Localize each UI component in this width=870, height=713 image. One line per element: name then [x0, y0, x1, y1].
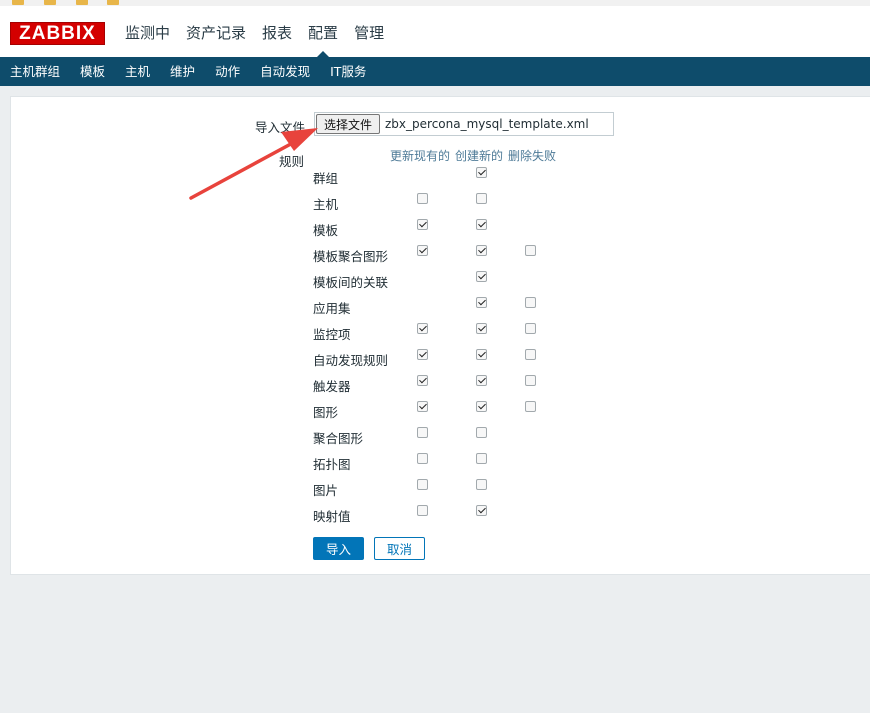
rule-create-checkbox[interactable] [476, 375, 487, 386]
rule-row: 监控项 [313, 319, 613, 345]
rule-update-checkbox[interactable] [417, 427, 428, 438]
rule-create-checkbox[interactable] [476, 167, 487, 178]
rule-delete-checkbox[interactable] [525, 401, 536, 412]
rule-update-checkbox[interactable] [417, 401, 428, 412]
rule-create-checkbox[interactable] [476, 349, 487, 360]
rule-delete-checkbox[interactable] [525, 245, 536, 256]
rule-update-checkbox[interactable] [417, 453, 428, 464]
rule-row: 主机 [313, 189, 613, 215]
rule-create-checkbox[interactable] [476, 219, 487, 230]
file-input[interactable]: 选择文件 zbx_percona_mysql_template.xml [314, 112, 614, 136]
rule-row: 映射值 [313, 501, 613, 527]
rule-row: 图形 [313, 397, 613, 423]
rule-create-checkbox[interactable] [476, 297, 487, 308]
rule-create-checkbox[interactable] [476, 323, 487, 334]
rule-create-checkbox[interactable] [476, 401, 487, 412]
rule-name: 应用集 [313, 301, 351, 316]
menu-monitoring[interactable]: 监测中 [117, 6, 178, 57]
menu-administration[interactable]: 管理 [346, 6, 392, 57]
main-menu: 监测中 资产记录 报表 配置 管理 [117, 6, 392, 57]
column-update-existing: 更新现有的 [390, 149, 451, 163]
rule-name: 模板间的关联 [313, 275, 389, 290]
rule-create-checkbox[interactable] [476, 453, 487, 464]
subnav-actions[interactable]: 动作 [205, 57, 250, 86]
top-header: ZABBIX 监测中 资产记录 报表 配置 管理 [0, 6, 870, 57]
rule-row: 图片 [313, 475, 613, 501]
import-panel: 导入文件 选择文件 zbx_percona_mysql_template.xml… [10, 96, 870, 575]
rule-name: 触发器 [313, 379, 351, 394]
rule-delete-checkbox[interactable] [525, 349, 536, 360]
rule-name: 映射值 [313, 509, 351, 524]
rule-name: 自动发现规则 [313, 353, 389, 368]
subnav-maintenance[interactable]: 维护 [160, 57, 205, 86]
rule-name: 图形 [313, 405, 339, 420]
subnav-host-groups[interactable]: 主机群组 [0, 57, 70, 86]
rule-name: 聚合图形 [313, 431, 364, 446]
folder-icon [12, 0, 24, 5]
rule-create-checkbox[interactable] [476, 245, 487, 256]
rule-name: 群组 [313, 171, 339, 186]
rule-delete-checkbox[interactable] [525, 323, 536, 334]
rule-row: 应用集 [313, 293, 613, 319]
menu-inventory[interactable]: 资产记录 [178, 6, 254, 57]
column-create-new: 创建新的 [455, 149, 504, 163]
rule-row: 自动发现规则 [313, 345, 613, 371]
folder-icon [107, 0, 120, 5]
rule-create-checkbox[interactable] [476, 505, 487, 516]
rule-name: 图片 [313, 483, 339, 498]
selected-file-name: zbx_percona_mysql_template.xml [385, 117, 589, 131]
rule-create-checkbox[interactable] [476, 271, 487, 282]
rule-update-checkbox[interactable] [417, 479, 428, 490]
zabbix-logo[interactable]: ZABBIX [10, 22, 105, 45]
rule-delete-checkbox[interactable] [525, 375, 536, 386]
logo-text: ZABBIX [19, 22, 96, 44]
menu-reports[interactable]: 报表 [254, 6, 300, 57]
import-button[interactable]: 导入 [313, 537, 364, 560]
subnav-discovery[interactable]: 自动发现 [250, 57, 320, 86]
rule-row: 群组 [313, 163, 613, 189]
rule-update-checkbox[interactable] [417, 193, 428, 204]
rule-name: 模板聚合图形 [313, 249, 389, 264]
rule-row: 拓扑图 [313, 449, 613, 475]
rule-name: 模板 [313, 223, 339, 238]
cancel-button[interactable]: 取消 [374, 537, 425, 560]
sub-navigation: 主机群组 模板 主机 维护 动作 自动发现 IT服务 [0, 57, 870, 86]
folder-icon [43, 0, 56, 5]
rule-create-checkbox[interactable] [476, 193, 487, 204]
import-file-label: 导入文件 [255, 120, 306, 135]
choose-file-button[interactable]: 选择文件 [316, 114, 380, 134]
folder-icon [75, 0, 88, 5]
rules-label: 规则 [279, 154, 305, 169]
subnav-it-services[interactable]: IT服务 [320, 57, 376, 86]
rule-update-checkbox[interactable] [417, 245, 428, 256]
rule-name: 监控项 [313, 327, 351, 342]
menu-configuration[interactable]: 配置 [300, 6, 346, 57]
rule-row: 聚合图形 [313, 423, 613, 449]
rule-update-checkbox[interactable] [417, 323, 428, 334]
rule-row: 模板间的关联 [313, 267, 613, 293]
subnav-templates[interactable]: 模板 [70, 57, 115, 86]
rule-name: 拓扑图 [313, 457, 351, 472]
rule-row: 模板 [313, 215, 613, 241]
rule-create-checkbox[interactable] [476, 479, 487, 490]
rule-row: 触发器 [313, 371, 613, 397]
rule-name: 主机 [313, 197, 339, 212]
rule-update-checkbox[interactable] [417, 375, 428, 386]
rule-update-checkbox[interactable] [417, 349, 428, 360]
rule-create-checkbox[interactable] [476, 427, 487, 438]
column-delete-missing: 删除失败 [508, 149, 557, 163]
rule-update-checkbox[interactable] [417, 219, 428, 230]
rule-row: 模板聚合图形 [313, 241, 613, 267]
subnav-hosts[interactable]: 主机 [115, 57, 160, 86]
rule-update-checkbox[interactable] [417, 505, 428, 516]
rule-delete-checkbox[interactable] [525, 297, 536, 308]
